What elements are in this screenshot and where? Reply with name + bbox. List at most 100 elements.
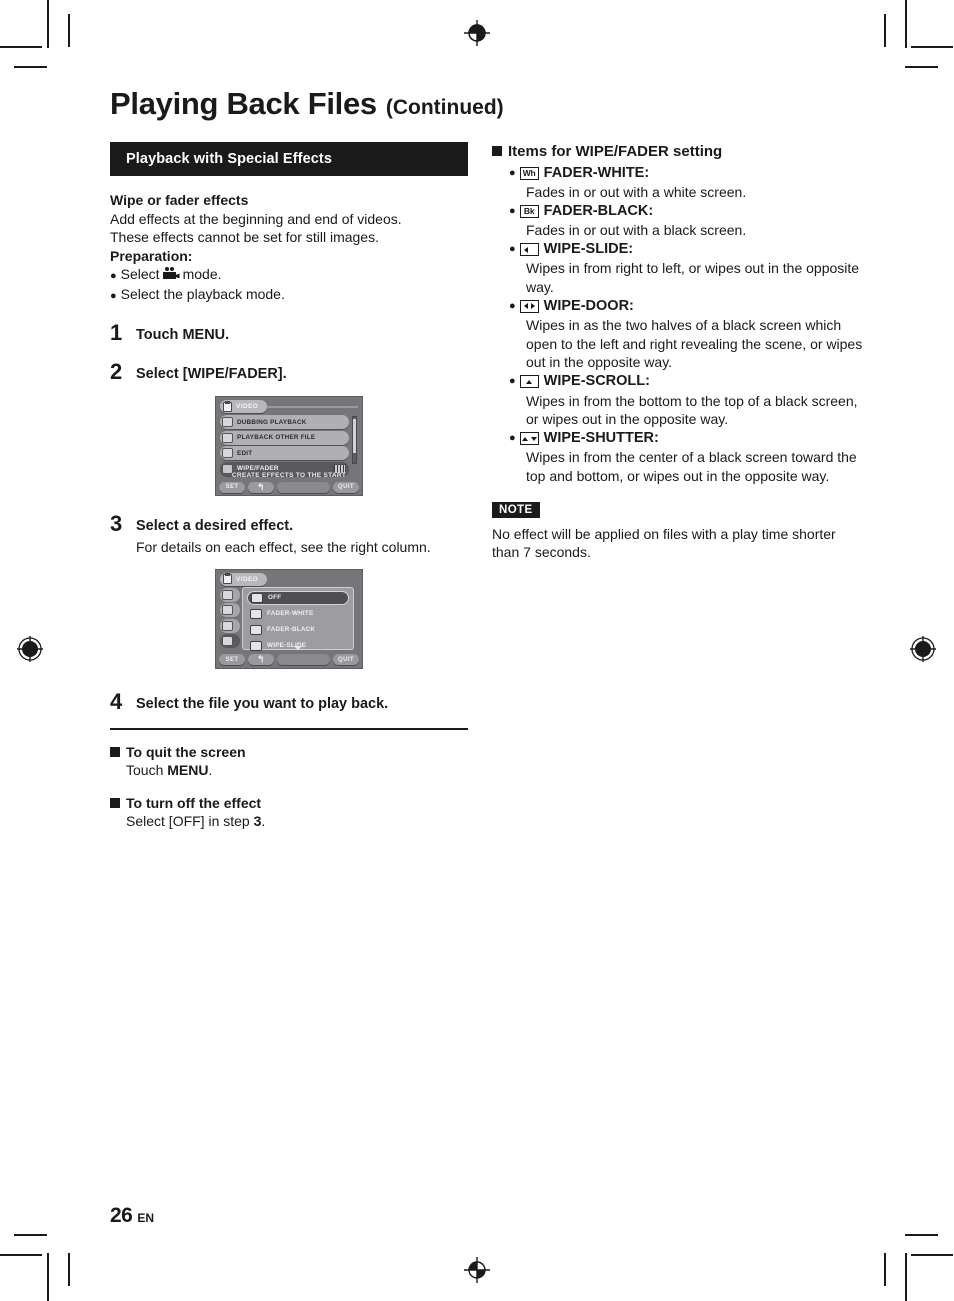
lcd-effect-option-fader-black[interactable]: FADER-BLACK — [247, 623, 349, 637]
effect-name: FADER-BLACK: — [543, 202, 654, 219]
effect-head: ● WIPE-SLIDE: — [509, 240, 866, 260]
effect-name: WIPE-SLIDE: — [543, 240, 634, 257]
step-4-number: 4 — [110, 688, 123, 714]
lcd-menu-row-edit[interactable]: EDIT — [220, 446, 349, 461]
registration-mark-right — [908, 634, 938, 664]
registration-mark-top — [462, 18, 492, 48]
lcd-set-button[interactable]: SET — [219, 481, 245, 493]
lcd-menu-row-label: WIPE/FADER — [237, 465, 279, 473]
step-3-title: Select a desired effect. — [136, 518, 294, 535]
quit-screen-text-post: . — [208, 762, 213, 779]
crop-mark-bl-h — [0, 1254, 42, 1256]
lcd-set-button[interactable]: SET — [219, 654, 245, 666]
registration-mark-left — [15, 634, 45, 664]
effect-item-fader-black: ● Bk FADER-BLACK: Fades in or out with a… — [492, 202, 866, 240]
crop-mark-br-v — [905, 1253, 907, 1301]
lcd-back-button[interactable]: ↰ — [248, 654, 274, 666]
lcd-effects-background-rows — [220, 587, 240, 650]
lcd-effect-option-label: FADER-BLACK — [267, 626, 316, 634]
lcd-quit-button[interactable]: QUIT — [333, 481, 359, 493]
effect-name: FADER-WHITE: — [543, 164, 650, 181]
lcd-menu-row-dubbing-playback[interactable]: DUBBING PLAYBACK — [220, 415, 349, 430]
effect-item-wipe-scroll: ● WIPE-SCROLL: Wipes in from the bottom … — [492, 372, 866, 429]
effect-head: ● Bk FADER-BLACK: — [509, 202, 866, 222]
bullet-dot-icon: ● — [110, 270, 117, 283]
lcd-menu-list: DUBBING PLAYBACK PLAYBACK OTHER FILE EDI… — [220, 415, 349, 477]
lcd-menu-row-label: DUBBING PLAYBACK — [237, 418, 307, 426]
bullet-dot-icon: ● — [509, 204, 516, 217]
lcd-menu-scrollbar[interactable] — [352, 416, 357, 465]
effect-head: ● WIPE-DOOR: — [509, 297, 866, 317]
turnoff-effect-text-post: . — [261, 813, 266, 830]
lcd-effects-button-bar: SET ↰ QUIT — [219, 654, 359, 666]
wipe-door-badge-icon — [519, 299, 539, 313]
registration-mark-bottom — [462, 1255, 492, 1285]
lcd-quit-button[interactable]: QUIT — [333, 654, 359, 666]
playback-other-file-icon — [222, 605, 233, 616]
preparation-item-2: ● Select the playback mode. — [110, 285, 468, 305]
quit-screen-heading-label: To quit the screen — [126, 744, 246, 761]
lcd-menu-row-label: PLAYBACK OTHER FILE — [237, 434, 316, 442]
effect-name: WIPE-SCROLL: — [543, 373, 650, 390]
page-footer: 26 EN — [110, 1204, 154, 1228]
turnoff-effect-text: Select [OFF] in step 3. — [126, 812, 468, 831]
effect-item-wipe-shutter: ● WIPE-SHUTTER: Wipes in from the center… — [492, 429, 866, 486]
arrow-left-icon — [523, 303, 528, 310]
lcd-effects-screen: VIDEO OFF FADER-WHITE FADER-BLACK WIPE-S… — [215, 568, 363, 669]
crop-mark-bl-h2 — [14, 1234, 47, 1236]
arrow-left-icon — [523, 246, 528, 253]
bullet-dot-icon: ● — [110, 290, 117, 303]
lcd-menu-tab-video: VIDEO — [220, 400, 268, 414]
page-title-main: Playing Back Files — [110, 86, 377, 121]
preparation-item-1-post: mode. — [182, 266, 222, 283]
quit-screen-text-pre: Touch — [126, 762, 168, 779]
lcd-menu-tabrow: VIDEO — [220, 400, 358, 414]
effect-description: Wipes in from right to left, or wipes ou… — [526, 260, 860, 296]
crop-mark-tl-h2 — [14, 66, 47, 68]
wipe-slide-badge-icon — [519, 243, 539, 257]
background-row — [220, 603, 240, 618]
lcd-menu-button-bar: SET ↰ QUIT — [219, 481, 359, 493]
fader-white-icon — [250, 608, 262, 619]
page-content: Playing Back Files (Continued) Playback … — [110, 88, 866, 1238]
playback-other-file-icon — [222, 432, 233, 443]
preparation-item-1-pre: Select — [120, 266, 160, 283]
effect-head: ● WIPE-SHUTTER: — [509, 429, 866, 449]
right-column: Items for WIPE/FADER setting ● Wh FADER-… — [492, 142, 866, 831]
quit-screen-heading: To quit the screen — [110, 743, 468, 761]
wipe-slide-icon — [250, 640, 262, 651]
section-header-bar: Playback with Special Effects — [110, 142, 468, 176]
step-2: 2 Select [WIPE/FADER]. — [110, 361, 468, 384]
fader-black-badge-icon: Bk — [519, 204, 539, 218]
step-4: 4 Select the file you want to play back. — [110, 688, 468, 714]
quit-screen-text: Touch MENU. — [126, 761, 468, 780]
background-row — [220, 587, 240, 602]
preparation-heading: Preparation: — [110, 247, 193, 264]
lcd-button-spacer — [277, 654, 330, 666]
wipe-scroll-badge-icon — [519, 375, 539, 389]
left-column: Playback with Special Effects Wipe or fa… — [110, 142, 468, 831]
effect-name: WIPE-DOOR: — [543, 297, 634, 314]
square-bullet-icon — [492, 146, 502, 156]
effect-head: ● WIPE-SCROLL: — [509, 372, 866, 392]
lcd-effects-tab-label: VIDEO — [236, 575, 259, 583]
preparation-item-2-label: Select the playback mode. — [120, 286, 285, 303]
page-number: 26 — [110, 1204, 133, 1227]
lcd-effect-option-fader-white[interactable]: FADER-WHITE — [247, 607, 349, 621]
lcd-menu-row-playback-other-file[interactable]: PLAYBACK OTHER FILE — [220, 430, 349, 445]
lcd-menu-row-label: EDIT — [237, 449, 253, 457]
lcd-menu-tab-label: VIDEO — [236, 403, 259, 411]
camcorder-icon — [162, 267, 180, 280]
lcd-back-button[interactable]: ↰ — [248, 481, 274, 493]
step-3-number: 3 — [110, 511, 123, 537]
bullet-dot-icon: ● — [509, 243, 516, 256]
effect-item-fader-white: ● Wh FADER-WHITE: Fades in or out with a… — [492, 164, 866, 202]
lcd-effect-option-off[interactable]: OFF — [247, 590, 349, 605]
wrench-icon — [222, 448, 233, 459]
scroll-down-caret-icon[interactable] — [294, 645, 302, 650]
background-row — [220, 618, 240, 633]
crop-mark-tr-h2 — [905, 66, 938, 68]
effect-description: Wipes in as the two halves of a black sc… — [526, 317, 863, 371]
wipe-shutter-badge-icon — [519, 432, 539, 446]
effect-description: Fades in or out with a black screen. — [526, 222, 747, 239]
